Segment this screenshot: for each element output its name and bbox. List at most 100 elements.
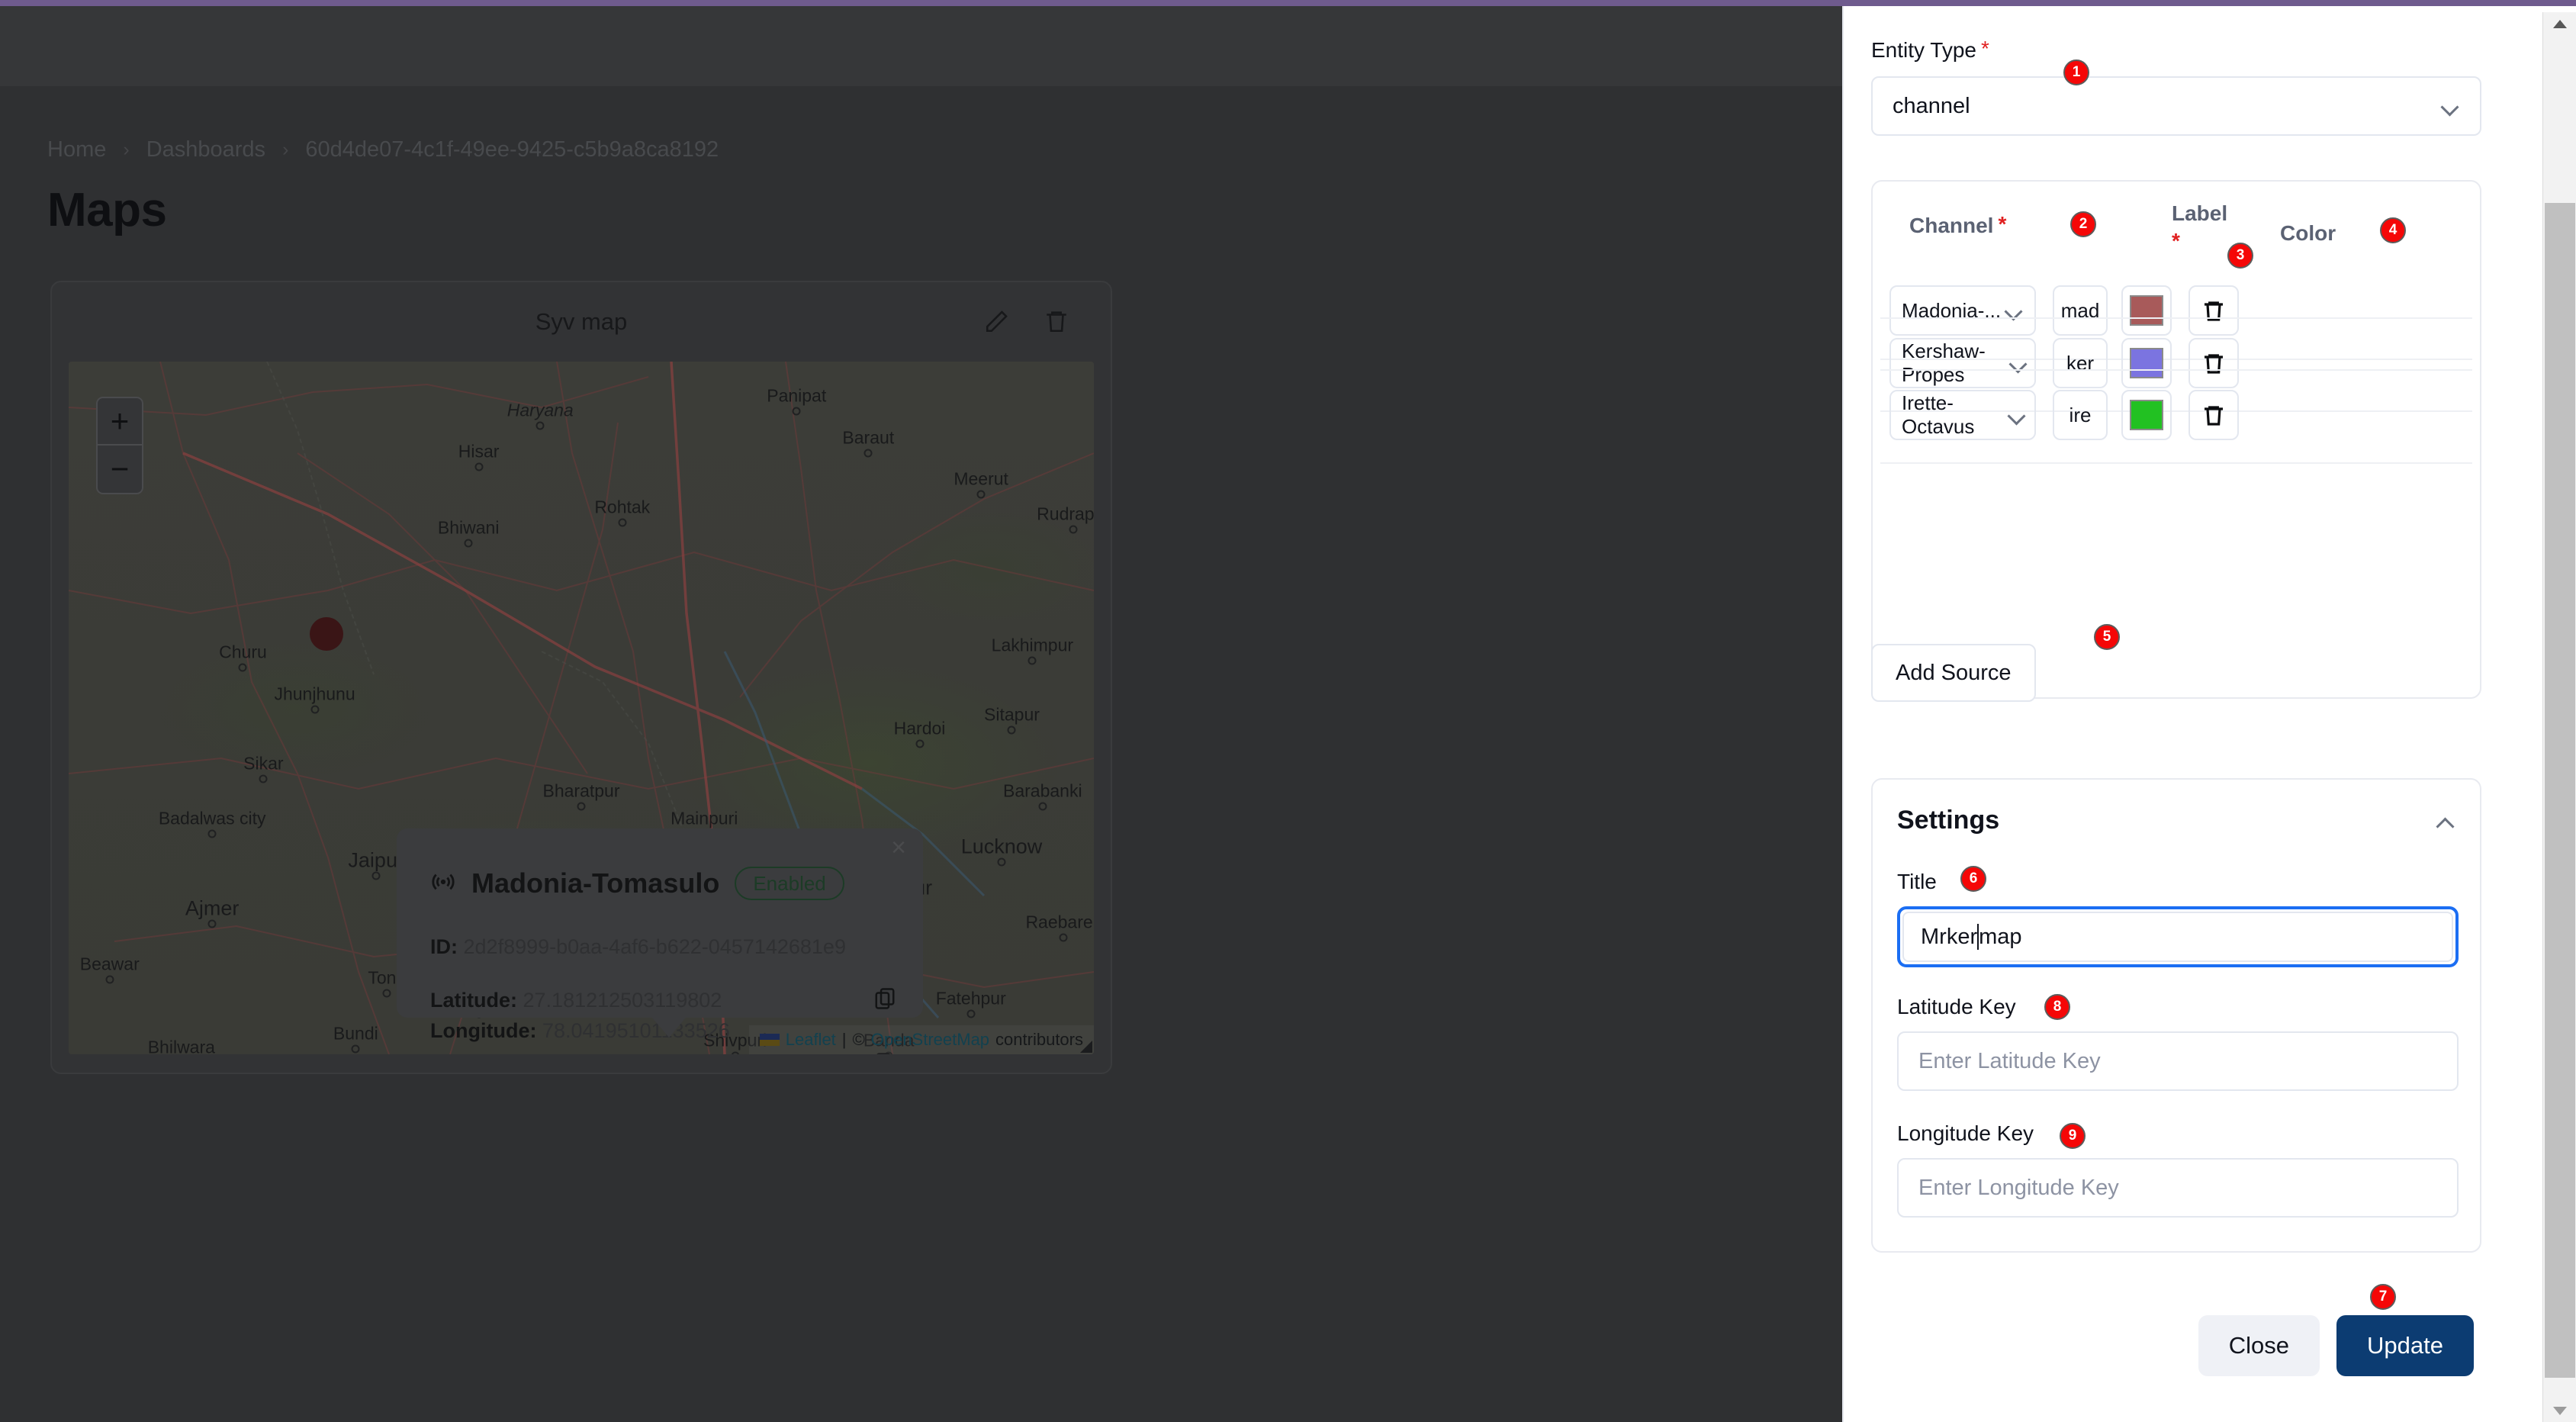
longitude-key-label-row: Longitude Key: [1897, 1121, 2459, 1146]
latitude-key-input[interactable]: Enter Latitude Key: [1897, 1031, 2459, 1091]
map-place-label: Rohtak: [594, 497, 651, 517]
map-place-label: Jaipur: [348, 848, 404, 872]
map-place-dot: [105, 975, 114, 984]
source-color-picker[interactable]: [2121, 390, 2172, 440]
map-place-dot: [1059, 933, 1068, 942]
annotation-badge-2: 2: [2070, 211, 2096, 237]
sources-panel: Channel * Label * Color Madonia-... mad …: [1871, 180, 2481, 699]
map-place-dot: [351, 1044, 360, 1054]
attribution-contributors: contributors: [995, 1030, 1083, 1049]
popup-id-row: ID: 2d2f8999-b0aa-4af6-b622-0457142681e9: [430, 935, 846, 959]
popup-longitude-label: Longitude:: [430, 1019, 537, 1042]
sources-column-headers: Channel * Label * Color: [1893, 201, 2460, 258]
map-attribution: Leaflet | © OpenStreetMap contributors: [748, 1025, 1094, 1054]
map-marker-madonia[interactable]: [310, 617, 343, 651]
latitude-key-field: Latitude Key Enter Latitude Key: [1897, 995, 2459, 1091]
openstreetmap-link[interactable]: OpenStreetMap: [871, 1030, 989, 1050]
popup-id-value: 2d2f8999-b0aa-4af6-b622-0457142681e9: [463, 935, 846, 958]
map-place-label: Rudrapur: [1037, 503, 1094, 524]
map-place-label: Lakhimpur: [991, 635, 1074, 655]
map-place-dot: [792, 407, 801, 416]
column-header-color: Color: [2280, 221, 2336, 246]
settings-header[interactable]: Settings: [1897, 806, 2455, 835]
map-place-dot: [1038, 802, 1047, 811]
map-place-label: Sikar: [243, 753, 284, 774]
latitude-key-label-row: Latitude Key: [1897, 995, 2459, 1019]
title-value-after-caret: map: [1979, 924, 2022, 949]
breadcrumb-item-dashboards[interactable]: Dashboards: [146, 137, 265, 162]
scrollbar-thumb[interactable]: [2545, 203, 2575, 1378]
signal-icon: [430, 869, 456, 899]
map-place-dot: [382, 989, 391, 998]
longitude-key-input[interactable]: Enter Longitude Key: [1897, 1158, 2459, 1218]
column-header-color-label: Color: [2280, 221, 2336, 245]
map-zoom-controls[interactable]: + −: [96, 397, 143, 494]
column-header-label: Label *: [2172, 201, 2227, 252]
entity-type-select[interactable]: channel: [1871, 76, 2481, 136]
trash-icon[interactable]: [2188, 390, 2239, 440]
settings-title: Settings: [1897, 806, 2000, 835]
map-place-label: Jhunjhunu: [274, 684, 355, 704]
longitude-key-placeholder: Enter Longitude Key: [1918, 1175, 2119, 1200]
map-place-dot: [207, 829, 217, 838]
breadcrumb-item-home[interactable]: Home: [47, 137, 106, 162]
latitude-key-label: Latitude Key: [1897, 995, 2016, 1018]
map-place-dot: [535, 421, 545, 430]
leaflet-map[interactable]: Haryana Panipat Baraut Hisar Meerut Rudrapur B…: [69, 362, 1094, 1054]
page-title: Maps: [47, 184, 167, 236]
map-place-dot: [238, 663, 247, 672]
entity-type-field: Entity Type * channel: [1871, 38, 2481, 136]
map-place-label: Hardoi: [893, 718, 946, 738]
page-header-band: [0, 6, 1842, 86]
chevron-up-icon[interactable]: [2437, 816, 2455, 826]
map-place-label: Bharatpur: [542, 780, 620, 801]
map-resize-handle[interactable]: [1080, 1041, 1092, 1053]
add-source-button[interactable]: Add Source: [1871, 644, 2036, 702]
popup-latitude-row: Latitude: 27.181212503119802: [430, 989, 722, 1012]
required-asterisk: *: [1998, 212, 2007, 236]
source-channel-select[interactable]: Irette-Octavus: [1889, 390, 2036, 440]
map-place-label: Ajmer: [185, 896, 240, 920]
scrollbar-up-arrow-icon[interactable]: [2543, 12, 2576, 35]
longitude-key-field: Longitude Key Enter Longitude Key: [1897, 1121, 2459, 1218]
popup-entity-name: Madonia-Tomasulo: [471, 867, 720, 899]
close-button[interactable]: Close: [2198, 1315, 2320, 1376]
leaflet-link[interactable]: Leaflet: [786, 1030, 836, 1050]
popup-id-label: ID:: [430, 935, 458, 958]
map-place-label: Beawar: [79, 954, 140, 974]
table-row: Irette-Octavus ire: [1880, 369, 2472, 459]
annotation-badge-3: 3: [2227, 243, 2253, 269]
scrollbar-down-arrow-icon[interactable]: [2543, 1399, 2576, 1422]
copyright-symbol: ©: [852, 1030, 865, 1049]
breadcrumb-item-dashboard-id[interactable]: 60d4de07-4c1f-49ee-9425-c5b9a8ca8192: [305, 137, 719, 162]
app-top-accent-bar: [0, 0, 2576, 6]
map-place-label: Churu: [219, 642, 267, 662]
update-button[interactable]: Update: [2336, 1315, 2474, 1376]
chevron-down-icon: [2442, 101, 2460, 111]
map-place-label: Bundi: [333, 1023, 378, 1044]
breadcrumb-separator-icon: ›: [123, 139, 130, 160]
map-place-label: Mainpuri: [671, 808, 738, 828]
title-input[interactable]: Mrker map: [1902, 912, 2453, 962]
map-place-label: Badalwas city: [158, 808, 266, 828]
map-marker-popup: × Madonia-Tomasulo Enabled ID: 2d2f8999-: [397, 828, 923, 1042]
color-swatch: [2130, 400, 2163, 430]
zoom-in-button[interactable]: +: [98, 398, 142, 446]
column-header-channel: Channel *: [1909, 214, 2006, 238]
zoom-out-button[interactable]: −: [98, 446, 142, 493]
annotation-badge-7: 7: [2370, 1284, 2396, 1310]
map-place-dot: [207, 919, 217, 928]
map-place-dot: [1069, 525, 1078, 534]
map-place-label: Panipat: [767, 385, 827, 406]
copy-icon[interactable]: [873, 986, 896, 1015]
trash-icon[interactable]: [1039, 304, 1074, 339]
popup-longitude-row: Longitude: 78.04195101133526: [430, 1019, 730, 1043]
attribution-divider: |: [841, 1030, 847, 1049]
source-label-input[interactable]: ire: [2053, 390, 2108, 440]
pencil-icon[interactable]: [979, 304, 1015, 339]
close-icon[interactable]: ×: [891, 835, 906, 861]
map-place-label: Raebareli: [1025, 912, 1094, 932]
map-widget-header: Syv map: [52, 282, 1111, 366]
drawer-scrollbar[interactable]: [2542, 12, 2576, 1422]
map-place-label: Meerut: [954, 468, 1008, 489]
